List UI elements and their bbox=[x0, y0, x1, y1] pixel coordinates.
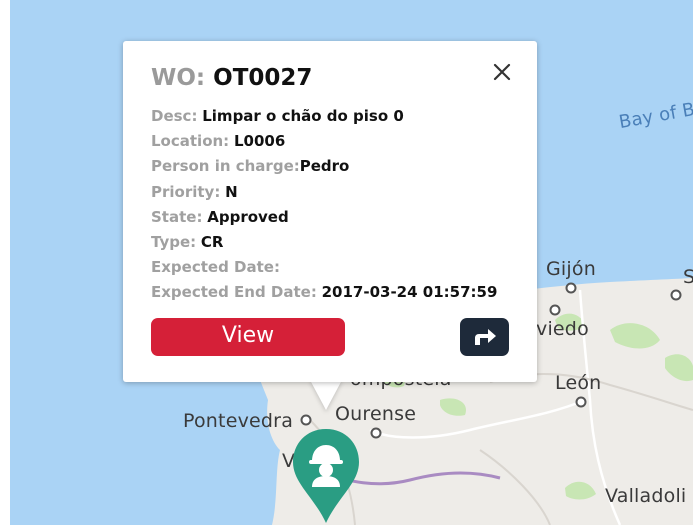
map-label-gijon: Gijón bbox=[546, 258, 596, 280]
detail-row-location: Location: L0006 bbox=[151, 129, 497, 154]
detail-row-expected-end-date: Expected End Date: 2017-03-24 01:57:59 bbox=[151, 280, 497, 305]
location-value: L0006 bbox=[233, 132, 286, 151]
map-label-oviedo: viedo bbox=[536, 318, 589, 340]
desc-value: Limpar o chão do piso 0 bbox=[202, 107, 404, 125]
state-value: Approved bbox=[207, 207, 289, 226]
person-value: Pedro bbox=[299, 157, 350, 176]
popup-title: WO: OT0027 bbox=[151, 65, 312, 91]
map-label-leon: León bbox=[555, 372, 602, 394]
map-view[interactable]: Bay of B Gijón viedo León Pontevedra Our… bbox=[0, 0, 700, 525]
expected-end-date-label: Expected End Date: bbox=[151, 283, 317, 302]
work-order-popup: WO: OT0027 Desc: Limpar o chão do piso 0… bbox=[123, 41, 537, 382]
priority-label: Priority: bbox=[151, 182, 221, 201]
route-button[interactable] bbox=[460, 318, 509, 356]
detail-row-type: Type: CR bbox=[151, 230, 497, 255]
map-label-edge-s: S bbox=[683, 266, 693, 288]
type-value: CR bbox=[200, 232, 224, 251]
type-label: Type: bbox=[151, 232, 197, 251]
map-label-ourense: Ourense bbox=[335, 403, 417, 425]
map-label-valladolid: Valladoli bbox=[605, 485, 687, 507]
expected-date-label: Expected Date: bbox=[151, 258, 280, 277]
desc-label: Desc: bbox=[151, 107, 198, 125]
detail-row-expected-date: Expected Date: bbox=[151, 255, 497, 280]
worker-helmet-icon bbox=[293, 429, 359, 523]
state-label: State: bbox=[151, 207, 203, 226]
popup-pointer bbox=[310, 380, 342, 410]
view-button[interactable]: View bbox=[151, 318, 345, 356]
priority-value: N bbox=[225, 182, 238, 201]
detail-row-state: State: Approved bbox=[151, 205, 497, 230]
detail-row-person: Person in charge:Pedro bbox=[151, 154, 497, 179]
expected-end-date-value: 2017-03-24 01:57:59 bbox=[321, 283, 498, 302]
location-label: Location: bbox=[151, 132, 230, 151]
detail-row-desc: Desc: Limpar o chão do piso 0 bbox=[151, 104, 497, 129]
person-label: Person in charge: bbox=[151, 157, 300, 176]
title-key: WO: bbox=[151, 65, 206, 91]
map-label-pontevedra: Pontevedra bbox=[183, 410, 294, 432]
close-icon[interactable] bbox=[491, 61, 513, 83]
detail-row-priority: Priority: N bbox=[151, 180, 497, 205]
work-order-marker[interactable] bbox=[290, 425, 362, 525]
detail-list: Desc: Limpar o chão do piso 0 Location: … bbox=[151, 104, 497, 306]
route-arrow-icon bbox=[475, 329, 496, 345]
title-value: OT0027 bbox=[213, 65, 313, 91]
